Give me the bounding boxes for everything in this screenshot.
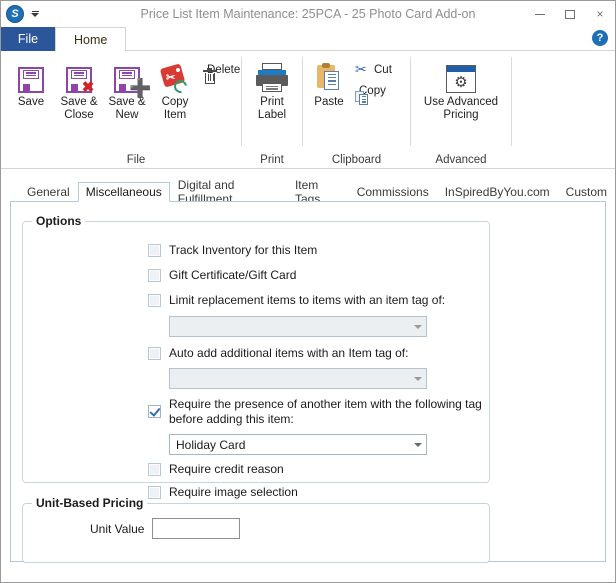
ribbon-group-file-label: File — [126, 153, 146, 166]
copy-item-label-line1: Copy — [161, 96, 189, 108]
copy-item-button[interactable]: ✂ Copy Item — [151, 57, 199, 122]
require-image-selection-label: Require image selection — [169, 485, 298, 499]
tab-item-tags[interactable]: Item Tags — [287, 178, 349, 206]
options-group-box: Options Track Inventory for this Item Gi… — [22, 214, 490, 499]
options-group-title: Options — [32, 214, 86, 228]
help-icon[interactable]: ? — [592, 30, 608, 46]
window-title: Price List Item Maintenance: 25PCA - 25 … — [140, 7, 476, 21]
auto-add-dropdown[interactable] — [169, 368, 427, 389]
track-inventory-checkbox[interactable] — [148, 244, 161, 257]
require-presence-dropdown[interactable]: Holiday Card — [169, 434, 427, 455]
require-image-selection-checkbox[interactable] — [148, 486, 161, 499]
require-credit-reason-label: Require credit reason — [169, 462, 284, 476]
miscellaneous-tab-panel: Options Track Inventory for this Item Gi… — [10, 201, 606, 563]
tab-miscellaneous[interactable]: Miscellaneous — [77, 182, 170, 202]
ribbon-tab-strip: File Home ? — [1, 27, 615, 51]
chevron-down-icon — [409, 324, 426, 329]
ribbon-group-file: Save ✖ Save & Close ➕ Save & New ✂ Copy … — [1, 51, 241, 168]
require-presence-dropdown-value: Holiday Card — [176, 437, 246, 452]
app-icon: S — [6, 5, 24, 23]
require-credit-reason-checkbox[interactable] — [148, 463, 161, 476]
use-advanced-pricing-label-line1: Use Advanced — [423, 96, 499, 108]
unit-based-pricing-group-box: Unit-Based Pricing Unit Value — [22, 496, 490, 563]
auto-add-label: Auto add additional items with an Item t… — [169, 346, 409, 360]
gift-certificate-label: Gift Certificate/Gift Card — [169, 268, 297, 282]
tab-general[interactable]: General — [19, 181, 78, 201]
limit-replacement-label: Limit replacement items to items with an… — [169, 293, 446, 307]
tab-file[interactable]: File — [1, 27, 55, 51]
ribbon-group-clipboard-label: Clipboard — [331, 153, 382, 166]
ribbon-group-print: Print Label Print — [242, 51, 302, 168]
ribbon-group-advanced-label: Advanced — [435, 153, 487, 166]
print-label-line1: Print — [260, 96, 284, 108]
gift-certificate-row[interactable]: Gift Certificate/Gift Card — [148, 268, 296, 283]
chevron-down-icon — [409, 442, 426, 447]
tab-commissions[interactable]: Commissions — [349, 181, 437, 201]
auto-add-row[interactable]: Auto add additional items with an Item t… — [148, 346, 408, 361]
maximize-icon[interactable] — [555, 2, 585, 26]
save-and-new-button[interactable]: ➕ Save & New — [103, 57, 151, 122]
save-and-close-label-line2: Close — [64, 109, 94, 121]
ribbon: Save ✖ Save & Close ➕ Save & New ✂ Copy … — [1, 51, 615, 169]
price-list-item-maintenance-window: S Price List Item Maintenance: 25PCA - 2… — [0, 0, 616, 583]
gift-certificate-checkbox[interactable] — [148, 269, 161, 282]
require-presence-label-line1: Require the presence of another item wit… — [169, 397, 482, 411]
copy-button[interactable]: Copy — [351, 80, 396, 105]
paste-icon — [315, 59, 343, 93]
require-presence-row[interactable]: Require the presence of another item wit… — [148, 397, 482, 427]
track-inventory-row[interactable]: Track Inventory for this Item — [148, 243, 317, 258]
save-and-new-label-line2: New — [115, 109, 139, 121]
title-bar: S Price List Item Maintenance: 25PCA - 2… — [1, 1, 615, 27]
limit-replacement-dropdown[interactable] — [169, 316, 427, 337]
copy-item-tag-icon: ✂ — [159, 59, 190, 96]
cut-button[interactable]: ✂ Cut — [351, 59, 396, 80]
require-presence-checkbox[interactable] — [148, 405, 161, 418]
save-floppy-icon — [18, 59, 44, 93]
ribbon-group-print-label: Print — [260, 153, 284, 166]
tab-digital-and-fulfillment[interactable]: Digital and Fulfillment — [170, 178, 287, 206]
window-controls: × — [525, 1, 615, 27]
tab-custom[interactable]: Custom — [558, 181, 615, 201]
advanced-pricing-gear-icon: ⚙ — [446, 59, 476, 93]
save-new-floppy-icon: ➕ — [114, 59, 151, 97]
cut-button-label: Cut — [374, 63, 392, 76]
require-image-selection-row[interactable]: Require image selection — [148, 485, 298, 500]
save-and-close-label-line1: Save & — [60, 96, 98, 108]
scissors-icon: ✂ — [355, 61, 367, 77]
tab-home[interactable]: Home — [55, 27, 127, 51]
app-icon-letter: S — [11, 7, 19, 20]
use-advanced-pricing-label-line2: Pricing — [443, 109, 479, 121]
require-credit-reason-row[interactable]: Require credit reason — [148, 462, 284, 477]
copy-item-label-line2: Item — [163, 109, 187, 121]
page-tab-bar: General Miscellaneous Digital and Fulfil… — [1, 178, 615, 206]
paste-button-label: Paste — [314, 96, 344, 108]
print-label-button[interactable]: Print Label — [248, 57, 296, 122]
use-advanced-pricing-button[interactable]: ⚙ Use Advanced Pricing — [413, 57, 509, 122]
paste-button[interactable]: Paste — [307, 57, 351, 109]
close-icon[interactable]: × — [585, 2, 615, 26]
unit-value-label: Unit Value — [90, 522, 145, 536]
unit-based-pricing-group-title: Unit-Based Pricing — [32, 496, 148, 510]
unit-value-input[interactable] — [152, 518, 240, 539]
save-button-label: Save — [17, 96, 45, 108]
save-button[interactable]: Save — [7, 57, 55, 109]
limit-replacement-row[interactable]: Limit replacement items to items with an… — [148, 293, 445, 308]
minimize-icon[interactable] — [525, 2, 555, 26]
tab-strip-filler — [126, 26, 615, 51]
track-inventory-label: Track Inventory for this Item — [169, 243, 318, 257]
limit-replacement-checkbox[interactable] — [148, 294, 161, 307]
auto-add-checkbox[interactable] — [148, 347, 161, 360]
ribbon-group-clipboard: Paste ✂ Cut Copy Clipboard — [303, 51, 410, 168]
save-and-close-button[interactable]: ✖ Save & Close — [55, 57, 103, 122]
require-presence-label-line2: before adding this item: — [169, 412, 294, 426]
ribbon-group-advanced: ⚙ Use Advanced Pricing Advanced — [411, 51, 511, 168]
chevron-down-icon — [409, 376, 426, 381]
tab-inspiredbyyou-com[interactable]: InSpiredByYou.com — [437, 181, 558, 201]
delete-button[interactable]: Delete — [199, 59, 244, 84]
quick-access-toolbar-chevron-down-icon[interactable] — [31, 11, 39, 17]
save-close-floppy-icon: ✖ — [66, 59, 94, 95]
printer-icon — [255, 59, 289, 93]
print-label-line2: Label — [257, 109, 287, 121]
